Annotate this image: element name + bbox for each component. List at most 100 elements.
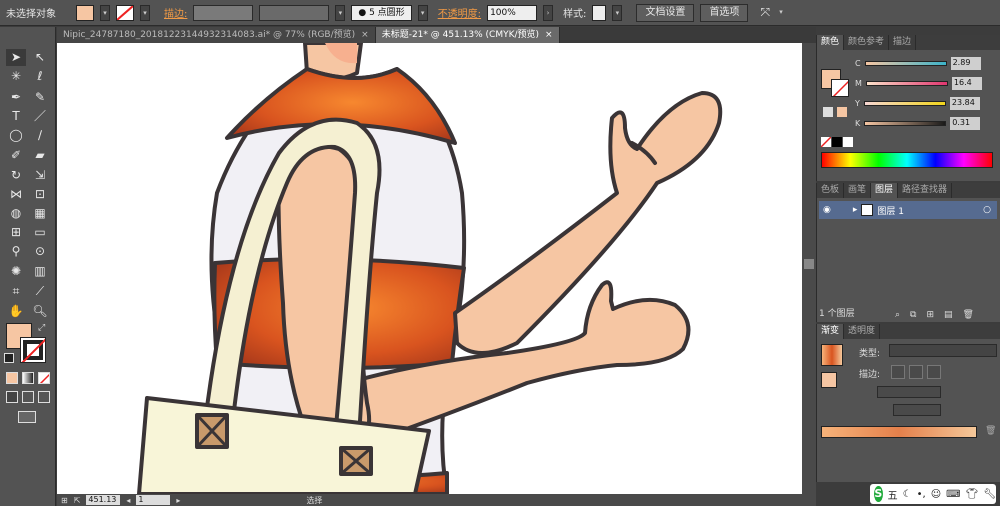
- lasso-tool-icon[interactable]: ℓ: [30, 68, 50, 85]
- tab-close-icon[interactable]: ×: [545, 27, 553, 43]
- stroke-none-swatch[interactable]: [116, 4, 134, 21]
- mesh-tool-icon[interactable]: ⊞: [6, 224, 26, 241]
- visibility-eye-icon[interactable]: ◉: [823, 205, 831, 215]
- layer-name[interactable]: 图层 1: [877, 204, 904, 217]
- swap-fill-stroke-icon[interactable]: ⤢: [38, 323, 45, 333]
- stroke-along-icon[interactable]: [909, 365, 923, 379]
- screen-mode-icon[interactable]: [18, 411, 36, 423]
- tab-transparency[interactable]: 透明度: [844, 324, 881, 339]
- style-swatch[interactable]: [592, 4, 607, 21]
- tab-layers[interactable]: 图层: [871, 183, 899, 198]
- vertical-scrollbar[interactable]: [802, 43, 816, 494]
- opacity-arrow-icon[interactable]: ›: [543, 4, 554, 21]
- none-mode-icon[interactable]: [38, 372, 50, 384]
- tab-untitled-21[interactable]: 未标题-21* @ 451.13% (CMYK/预览) ×: [375, 27, 560, 43]
- moon-icon[interactable]: ☾: [903, 489, 912, 500]
- magic-wand-tool-icon[interactable]: ✳: [6, 68, 26, 85]
- variable-width-field[interactable]: [259, 4, 330, 21]
- gradient-preview[interactable]: [821, 344, 843, 366]
- slider-cyan[interactable]: C 2.89: [855, 56, 997, 70]
- out-of-gamut-icon[interactable]: [823, 107, 833, 117]
- tab-brushes[interactable]: 画笔: [844, 183, 872, 198]
- color-spectrum[interactable]: [821, 152, 993, 168]
- black-track[interactable]: [864, 120, 947, 126]
- tab-gradient[interactable]: 渐变: [817, 324, 845, 339]
- slider-yellow[interactable]: Y 23.84: [855, 96, 997, 110]
- gradient-tool-icon[interactable]: ▭: [30, 224, 50, 241]
- pen-tool-icon[interactable]: ✒: [6, 89, 26, 106]
- fill-dropdown-icon[interactable]: ▾: [100, 4, 110, 21]
- slider-magenta[interactable]: M 16.4: [855, 76, 997, 90]
- input-mode-label[interactable]: 五: [888, 487, 898, 502]
- opacity-field[interactable]: 100%: [487, 4, 538, 21]
- white-color-chip[interactable]: [843, 137, 853, 147]
- keyboard-icon[interactable]: ⌨: [946, 489, 960, 500]
- yellow-track[interactable]: [863, 100, 946, 106]
- artboard-canvas[interactable]: [57, 43, 802, 494]
- cyan-value[interactable]: 2.89: [950, 56, 981, 70]
- draw-behind-icon[interactable]: [22, 391, 34, 403]
- scale-tool-icon[interactable]: ⇲: [30, 167, 50, 184]
- punctuation-icon[interactable]: •,: [917, 489, 926, 500]
- sogou-logo-icon[interactable]: S: [874, 486, 883, 502]
- black-value[interactable]: 0.31: [950, 116, 981, 130]
- stroke-across-icon[interactable]: [927, 365, 941, 379]
- magenta-value[interactable]: 16.4: [951, 76, 982, 90]
- emoji-icon[interactable]: ☺: [931, 489, 941, 500]
- target-circle-icon[interactable]: ○: [983, 205, 991, 215]
- angle-field[interactable]: [877, 386, 941, 398]
- nav-first-icon[interactable]: ⊞: [61, 496, 68, 505]
- stroke-color-box[interactable]: [20, 337, 46, 363]
- shape-builder-tool-icon[interactable]: ◍: [6, 205, 26, 222]
- aspect-field[interactable]: [893, 404, 941, 416]
- nav-screen-icon[interactable]: ⇱: [74, 496, 81, 505]
- draw-normal-icon[interactable]: [6, 391, 18, 403]
- column-graph-tool-icon[interactable]: ▥: [30, 263, 50, 280]
- zoom-tool-icon[interactable]: 🔍︎: [30, 303, 50, 320]
- tools-wrench-icon[interactable]: 🔧︎: [983, 489, 996, 500]
- stroke-dropdown-icon[interactable]: ▾: [140, 4, 150, 21]
- skin-icon[interactable]: 👕︎: [966, 489, 979, 500]
- style-dropdown-icon[interactable]: ▾: [612, 4, 623, 21]
- brush-definition[interactable]: ● 5 点圆形: [351, 4, 412, 21]
- document-setup-button[interactable]: 文档设置: [636, 3, 695, 22]
- clipping-mask-icon[interactable]: ⧉: [910, 310, 916, 320]
- artboard-tool-icon[interactable]: ⌗: [6, 283, 26, 300]
- arrange-dropdown-icon[interactable]: ▾: [776, 5, 786, 21]
- default-colors-icon[interactable]: [4, 353, 14, 363]
- panel-stroke-box[interactable]: [831, 79, 849, 97]
- opacity-label[interactable]: 不透明度:: [438, 5, 481, 20]
- variable-width-dropdown-icon[interactable]: ▾: [335, 4, 346, 21]
- delete-stop-icon[interactable]: 🗑︎: [985, 426, 996, 436]
- zoom-field[interactable]: 451.13: [86, 495, 121, 505]
- tab-color-guide[interactable]: 颜色参考: [844, 35, 890, 50]
- stroke-weight-field[interactable]: [193, 4, 254, 21]
- stroke-label[interactable]: 描边:: [164, 5, 187, 20]
- cyan-track[interactable]: [864, 60, 947, 66]
- gradient-mode-icon[interactable]: [22, 372, 34, 384]
- delete-layer-icon[interactable]: 🗑︎: [963, 310, 974, 320]
- width-tool-icon[interactable]: ⋈: [6, 186, 26, 203]
- new-layer-icon[interactable]: ▤: [944, 310, 953, 320]
- pencil-tool-icon[interactable]: ✐: [6, 147, 26, 164]
- gamut-swatch[interactable]: [837, 107, 847, 117]
- blend-tool-icon[interactable]: ⊙: [30, 243, 50, 260]
- tab-close-icon[interactable]: ×: [361, 27, 369, 43]
- nav-next-icon[interactable]: ▸: [176, 496, 180, 505]
- black-color-chip[interactable]: [832, 137, 842, 147]
- locate-object-icon[interactable]: ⌕: [895, 310, 900, 320]
- eraser-tool-icon[interactable]: ▰: [30, 147, 50, 164]
- symbol-sprayer-tool-icon[interactable]: ✺: [6, 263, 26, 280]
- curvature-tool-icon[interactable]: ✎: [30, 89, 50, 106]
- direct-selection-tool-icon[interactable]: ↖: [30, 49, 50, 66]
- magenta-track[interactable]: [865, 80, 948, 86]
- yellow-value[interactable]: 23.84: [949, 96, 980, 110]
- tab-nipic-document[interactable]: Nipic_24787180_20181223144932314083.ai* …: [57, 27, 376, 43]
- gradient-type-select[interactable]: [889, 344, 997, 357]
- tab-pathfinder[interactable]: 路径查找器: [898, 183, 953, 198]
- rotate-tool-icon[interactable]: ↻: [6, 167, 26, 184]
- eyedropper-tool-icon[interactable]: ⚲: [6, 243, 26, 260]
- expand-triangle-icon[interactable]: ▸: [853, 205, 858, 215]
- color-mode-icon[interactable]: [6, 372, 18, 384]
- brush-dropdown-icon[interactable]: ▾: [417, 4, 428, 21]
